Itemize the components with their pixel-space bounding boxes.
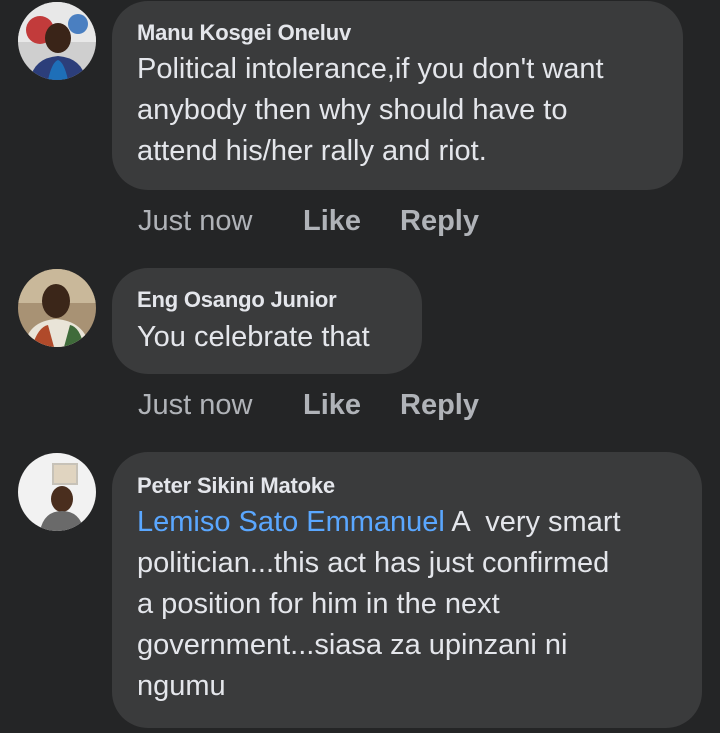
comment-text-line: ngumu [137, 670, 226, 702]
avatar[interactable] [18, 453, 96, 531]
comment-timestamp: Just now [138, 389, 253, 421]
comment-text-line: attend his/her rally and riot. [137, 135, 487, 167]
comment-author[interactable]: Peter Sikini Matoke [137, 473, 335, 499]
avatar[interactable] [18, 269, 96, 347]
comments-thread: Manu Kosgei Oneluv Political intolerance… [0, 0, 720, 733]
comment-text-line: politician...this act has just confirmed [137, 547, 610, 579]
comment-text-fragment: A very smart [444, 506, 621, 538]
comment-text: Political intolerance,if you don't want … [137, 49, 604, 172]
like-button[interactable]: Like [303, 205, 361, 238]
comment-bubble: Manu Kosgei Oneluv Political intolerance… [112, 1, 683, 190]
reply-button[interactable]: Reply [400, 205, 479, 238]
like-button[interactable]: Like [303, 389, 361, 422]
comment-text-line: Lemiso Sato Emmanuel A very smart [137, 502, 621, 543]
avatar[interactable] [18, 2, 96, 80]
comment-bubble: Eng Osango Junior You celebrate that [112, 268, 422, 374]
avatar-image [18, 269, 96, 347]
comment-text-line: You celebrate that [137, 321, 370, 353]
comment-text-line: Political intolerance,if you don't want [137, 53, 604, 85]
reply-button[interactable]: Reply [400, 389, 479, 422]
avatar-image [18, 2, 96, 80]
comment-text: You celebrate that [137, 317, 370, 358]
comment-text: Lemiso Sato Emmanuel A very smart politi… [137, 502, 621, 707]
comment-text-line: anybody then why should have to [137, 94, 568, 126]
comment-timestamp: Just now [138, 205, 253, 237]
avatar-image [18, 453, 96, 531]
comment-bubble: Peter Sikini Matoke Lemiso Sato Emmanuel… [112, 452, 702, 728]
mention-link[interactable]: Lemiso Sato Emmanuel [137, 506, 445, 538]
comment-text-line: government...siasa za upinzani ni [137, 629, 568, 661]
comment-author[interactable]: Eng Osango Junior [137, 287, 337, 313]
comment-text-line: a position for him in the next [137, 588, 500, 620]
comment-author[interactable]: Manu Kosgei Oneluv [137, 20, 351, 46]
